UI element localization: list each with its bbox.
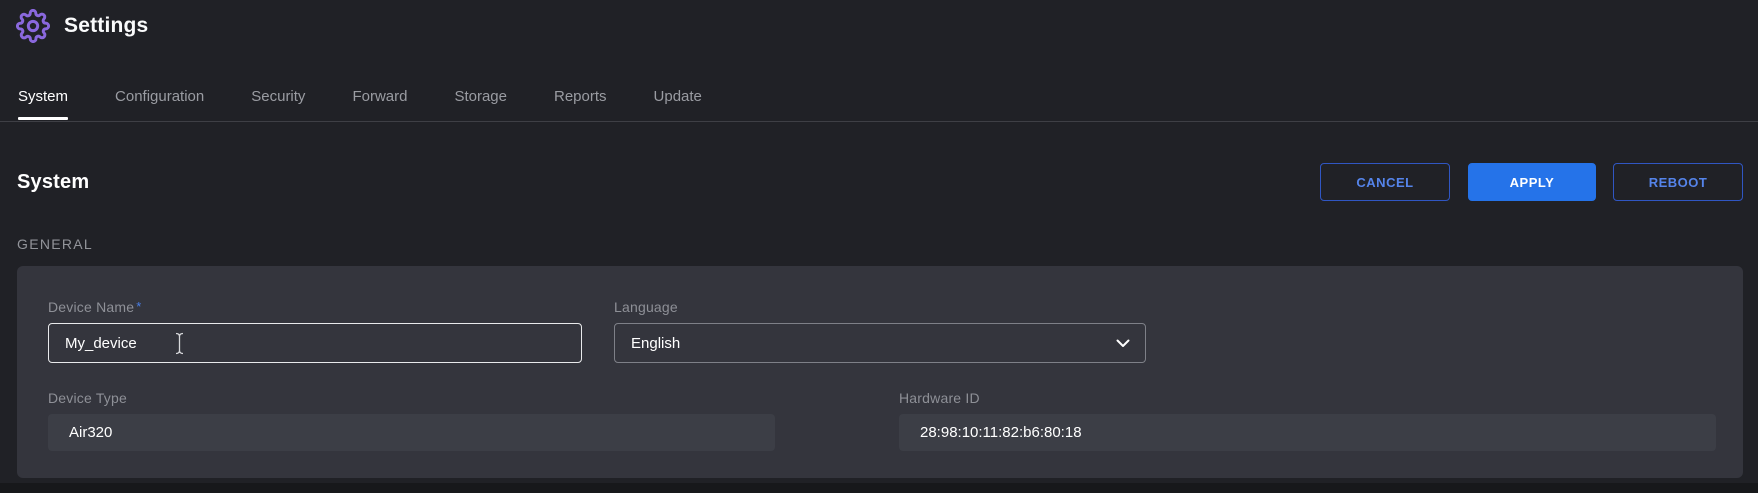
device-type-value: Air320 bbox=[48, 414, 775, 451]
tab-security[interactable]: Security bbox=[251, 75, 305, 121]
tab-configuration[interactable]: Configuration bbox=[115, 75, 204, 121]
settings-page: Settings System Configuration Security F… bbox=[0, 0, 1758, 478]
device-name-input[interactable] bbox=[48, 323, 582, 363]
language-field: Language English bbox=[614, 299, 1146, 363]
tab-bar: System Configuration Security Forward St… bbox=[0, 75, 1758, 122]
tab-reports[interactable]: Reports bbox=[554, 75, 607, 121]
language-select[interactable]: English bbox=[614, 323, 1146, 363]
required-asterisk: * bbox=[136, 299, 141, 314]
page-header: Settings bbox=[0, 0, 1758, 75]
heading-row: System CANCEL APPLY REBOOT bbox=[17, 163, 1743, 201]
section-label-general: GENERAL bbox=[17, 236, 1743, 252]
device-name-field: Device Name* bbox=[48, 299, 582, 363]
device-name-label: Device Name* bbox=[48, 299, 582, 315]
device-name-input-wrap bbox=[48, 323, 582, 363]
device-type-label: Device Type bbox=[48, 390, 775, 406]
bottom-bar bbox=[0, 483, 1758, 493]
gear-icon bbox=[16, 9, 50, 43]
device-name-label-text: Device Name bbox=[48, 299, 134, 315]
hardware-id-value: 28:98:10:11:82:b6:80:18 bbox=[899, 414, 1716, 451]
form-row-2: Device Type Air320 Hardware ID 28:98:10:… bbox=[48, 390, 1743, 451]
device-type-field: Device Type Air320 bbox=[48, 390, 775, 451]
main-content: System CANCEL APPLY REBOOT GENERAL Devic… bbox=[0, 163, 1758, 478]
form-row-1: Device Name* Language English bbox=[48, 299, 1743, 363]
page-title: System bbox=[17, 171, 89, 194]
tab-storage[interactable]: Storage bbox=[454, 75, 507, 121]
hardware-id-label: Hardware ID bbox=[899, 390, 1716, 406]
hardware-id-field: Hardware ID 28:98:10:11:82:b6:80:18 bbox=[899, 390, 1716, 451]
reboot-button[interactable]: REBOOT bbox=[1613, 163, 1743, 201]
language-label: Language bbox=[614, 299, 1146, 315]
tab-forward[interactable]: Forward bbox=[352, 75, 407, 121]
cancel-button[interactable]: CANCEL bbox=[1320, 163, 1450, 201]
app-title: Settings bbox=[64, 9, 148, 43]
tab-system[interactable]: System bbox=[18, 75, 68, 121]
language-selected-value: English bbox=[631, 335, 680, 352]
apply-button[interactable]: APPLY bbox=[1468, 163, 1596, 201]
action-buttons: CANCEL APPLY REBOOT bbox=[1320, 163, 1743, 201]
general-panel: Device Name* Language English bbox=[17, 266, 1743, 478]
chevron-down-icon bbox=[1116, 335, 1130, 352]
tab-update[interactable]: Update bbox=[654, 75, 702, 121]
